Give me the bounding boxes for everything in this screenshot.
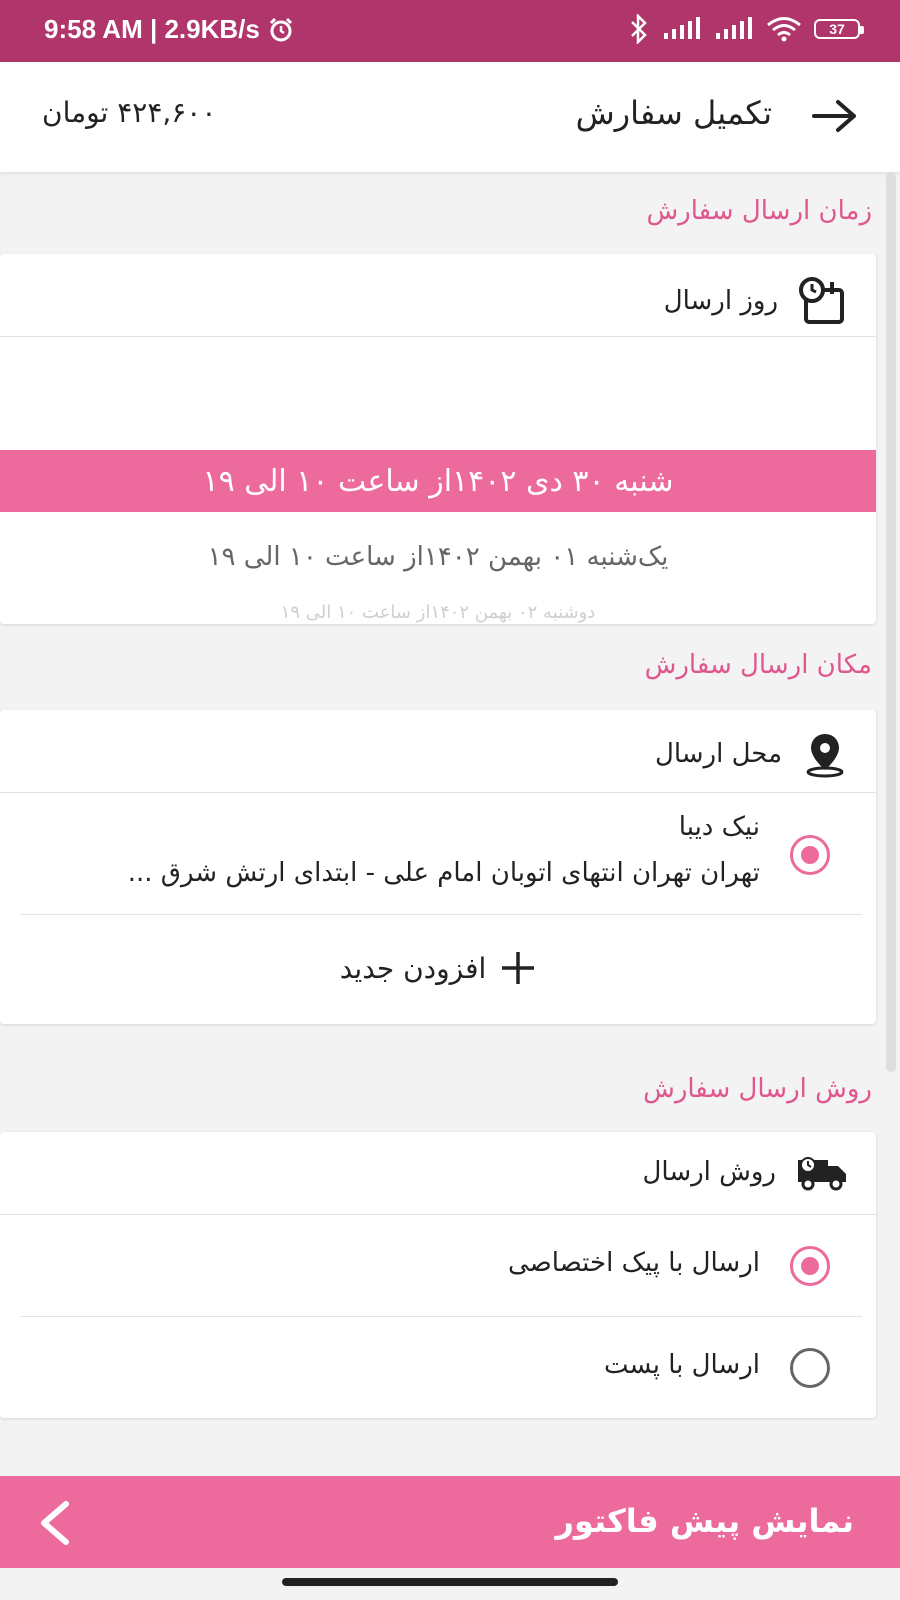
add-new-address-button[interactable]: افزودن جدید — [0, 950, 876, 986]
delivery-time-card: روز ارسال شنبه ۳۰ دی ۱۴۰۲از ساعت ۱۰ الی … — [0, 254, 876, 624]
delivery-method-label: روش ارسال — [642, 1157, 777, 1187]
section-title-delivery-method: روش ارسال سفارش — [643, 1074, 872, 1104]
status-time-speed: 9:58 AM | 2.9KB/s — [44, 14, 260, 44]
order-total: ۴۲۴,۶۰۰ تومان — [42, 96, 217, 129]
home-indicator[interactable] — [282, 1578, 618, 1586]
page-title: تکمیل سفارش — [575, 94, 772, 132]
method-radio-courier[interactable] — [790, 1246, 830, 1286]
show-invoice-button[interactable]: نمایش پیش فاکتور — [0, 1476, 900, 1568]
bluetooth-icon — [631, 14, 647, 44]
section-title-delivery-time: زمان ارسال سفارش — [646, 196, 872, 226]
delivery-truck-icon — [798, 1157, 846, 1191]
wifi-icon — [767, 17, 801, 42]
chevron-left-icon — [41, 1501, 69, 1545]
address-line: تهران تهران انتهای اتوبان امام علی - ابت… — [127, 858, 760, 888]
alarm-icon — [269, 17, 292, 41]
date-option-selected[interactable]: شنبه ۳۰ دی ۱۴۰۲از ساعت ۱۰ الی ۱۹ — [0, 450, 876, 512]
address-radio[interactable] — [790, 835, 830, 875]
scrollbar[interactable] — [886, 172, 896, 1072]
date-option[interactable]: یک‌شنبه ۰۱ بهمن ۱۴۰۲از ساعت ۱۰ الی ۱۹ — [0, 542, 876, 572]
arrow-right-icon[interactable] — [810, 96, 860, 136]
address-name: نیک دیبا — [678, 812, 760, 842]
plus-icon — [502, 952, 535, 984]
show-invoice-label: نمایش پیش فاکتور — [555, 1502, 854, 1540]
delivery-day-label: روز ارسال — [663, 286, 778, 316]
method-radio-post[interactable] — [790, 1348, 830, 1388]
method-option-post[interactable]: ارسال با پست — [604, 1350, 760, 1380]
app-bar: تکمیل سفارش ۴۲۴,۶۰۰ تومان — [0, 62, 900, 172]
location-pin-icon — [806, 734, 844, 778]
battery-icon: 37 — [814, 19, 864, 39]
add-new-label: افزودن جدید — [339, 951, 487, 985]
date-option-faded[interactable]: دوشنبه ۰۲ بهمن ۱۴۰۲از ساعت ۱۰ الی ۱۹ — [0, 602, 876, 623]
signal-icon — [664, 17, 700, 39]
section-title-delivery-location: مکان ارسال سفارش — [644, 650, 872, 680]
signal-icon-2 — [716, 17, 752, 39]
status-bar: 9:58 AM | 2.9KB/s 37 — [0, 0, 900, 62]
method-option-courier[interactable]: ارسال با پیک اختصاصی — [508, 1248, 760, 1278]
calendar-clock-icon — [799, 277, 844, 324]
delivery-place-label: محل ارسال — [654, 739, 782, 769]
